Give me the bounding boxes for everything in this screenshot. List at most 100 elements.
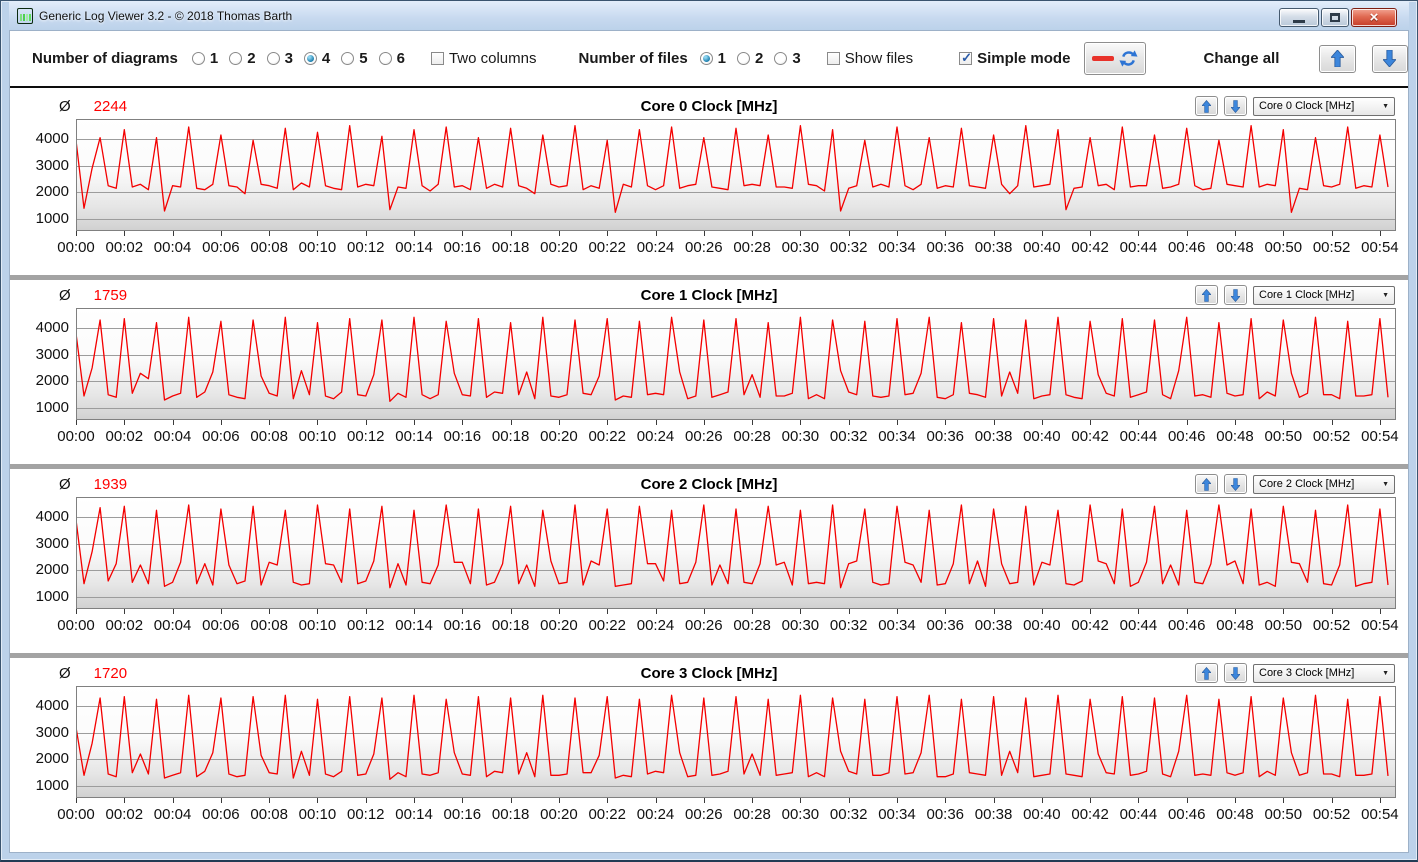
- x-tick-label: 00:06: [202, 806, 240, 823]
- move-down-button[interactable]: [1224, 96, 1247, 116]
- window-content: Number of diagrams 1 2 3 4 5 6 Two colum…: [9, 30, 1409, 853]
- move-down-button[interactable]: [1224, 663, 1247, 683]
- x-tick-label: 00:20: [540, 617, 578, 634]
- diagrams-label: Number of diagrams: [32, 50, 178, 67]
- x-tick-label: 00:26: [685, 617, 723, 634]
- x-tick-label: 00:04: [153, 239, 192, 256]
- x-tick-label: 00:24: [636, 239, 675, 256]
- files-radio-1[interactable]: 1: [699, 50, 726, 67]
- y-tick-label: 1000: [35, 777, 69, 795]
- signal-select-value: Core 3 Clock [MHz]: [1259, 667, 1355, 679]
- plot-container: [76, 497, 1396, 615]
- chart-title: Core 2 Clock [MHz]: [640, 475, 778, 493]
- x-tick-label: 00:12: [346, 239, 385, 256]
- radio-label: 4: [321, 50, 331, 67]
- move-down-button[interactable]: [1224, 474, 1247, 494]
- panel-controls: Core 0 Clock [MHz] ▼: [1180, 96, 1395, 116]
- x-tick-label: 00:18: [491, 428, 530, 445]
- x-tick-label: 00:50: [1264, 239, 1303, 256]
- move-up-button[interactable]: [1195, 96, 1218, 116]
- radio-selected-icon[interactable]: [699, 52, 713, 65]
- x-tick-label: 00:20: [540, 428, 578, 445]
- move-down-button[interactable]: [1224, 285, 1247, 305]
- show-files-checkbox[interactable]: Show files: [826, 50, 914, 67]
- x-tick-label: 00:44: [1119, 428, 1158, 445]
- radio-icon[interactable]: [737, 52, 751, 65]
- x-tick-label: 00:26: [685, 806, 723, 823]
- diagrams-radio-6[interactable]: 6: [378, 50, 405, 67]
- x-tick-label: 00:12: [346, 806, 385, 823]
- x-tick-label: 00:42: [1071, 428, 1109, 445]
- two-columns-checkbox[interactable]: Two columns: [430, 50, 536, 67]
- diagrams-radio-4[interactable]: 4: [303, 50, 331, 67]
- x-tick-label: 00:40: [1023, 617, 1061, 634]
- diagram-panel: Ø 2244 Core 0 Clock [MHz] Core 0 Clock […: [10, 91, 1408, 275]
- x-tick-label: 00:48: [1216, 428, 1254, 445]
- diagrams-radio-2[interactable]: 2: [229, 50, 256, 67]
- diagrams-radio-5[interactable]: 5: [341, 50, 368, 67]
- x-tick-label: 00:52: [1312, 239, 1351, 256]
- x-tick-label: 00:16: [443, 428, 482, 445]
- diagrams-radio-1[interactable]: 1: [191, 50, 218, 67]
- signal-select[interactable]: Core 3 Clock [MHz] ▼: [1253, 663, 1395, 683]
- x-tick-label: 00:14: [395, 617, 433, 634]
- files-radio-2[interactable]: 2: [737, 50, 763, 67]
- x-tick-label: 00:22: [588, 428, 626, 445]
- x-tick-label: 00:38: [974, 806, 1013, 823]
- radio-icon[interactable]: [191, 52, 205, 65]
- average-group: Ø 1759: [23, 287, 238, 304]
- chart-plot[interactable]: [76, 119, 1396, 237]
- chart-plot[interactable]: [76, 497, 1396, 615]
- radio-icon[interactable]: [378, 52, 392, 65]
- x-tick-label: 00:54: [1361, 239, 1399, 256]
- x-tick-label: 00:02: [105, 806, 144, 823]
- x-tick-label: 00:38: [974, 239, 1013, 256]
- minimize-button[interactable]: [1279, 8, 1319, 27]
- chart-plot[interactable]: [76, 686, 1396, 804]
- move-up-button[interactable]: [1195, 285, 1218, 305]
- radio-label: 2: [755, 50, 764, 67]
- x-axis-labels: 00:00 00:02 00:04 00:06 00:08 00:10 00:12 00:14…: [57, 426, 1408, 450]
- move-up-button[interactable]: [1195, 663, 1218, 683]
- up-arrow-icon: [1202, 288, 1211, 302]
- diagrams-radio-3[interactable]: 3: [266, 50, 293, 67]
- x-tick-label: 00:24: [636, 617, 675, 634]
- y-tick-label: 4000: [35, 697, 69, 715]
- signal-select[interactable]: Core 0 Clock [MHz] ▼: [1253, 96, 1395, 116]
- files-radio-3[interactable]: 3: [774, 50, 801, 67]
- x-tick-label: 00:46: [1167, 428, 1206, 445]
- move-up-button[interactable]: [1195, 474, 1218, 494]
- checkbox-icon[interactable]: [826, 52, 840, 65]
- chart-plot[interactable]: [76, 308, 1396, 426]
- simple-mode-checkbox[interactable]: Simple mode: [959, 50, 1070, 67]
- signal-select[interactable]: Core 1 Clock [MHz] ▼: [1253, 285, 1395, 305]
- radio-icon[interactable]: [229, 52, 243, 65]
- refresh-button[interactable]: [1084, 42, 1146, 75]
- chart-area: 4000 3000 2000 1000: [10, 497, 1408, 615]
- x-tick-label: 00:14: [395, 806, 433, 823]
- x-tick-label: 00:40: [1023, 806, 1061, 823]
- x-tick-label: 00:04: [153, 617, 192, 634]
- title-bar[interactable]: Generic Log Viewer 3.2 - © 2018 Thomas B…: [9, 1, 1409, 30]
- show-files-label: Show files: [844, 50, 914, 67]
- radio-icon[interactable]: [341, 52, 355, 65]
- down-arrow-icon: [1383, 50, 1397, 67]
- checkbox-checked-icon[interactable]: [959, 50, 973, 66]
- panel-controls: Core 3 Clock [MHz] ▼: [1180, 663, 1395, 683]
- radio-icon[interactable]: [266, 52, 280, 65]
- x-tick-label: 00:16: [443, 806, 482, 823]
- x-tick-label: 00:26: [685, 428, 723, 445]
- x-tick-label: 00:52: [1312, 806, 1351, 823]
- radio-selected-icon[interactable]: [303, 52, 317, 65]
- radio-icon[interactable]: [774, 52, 788, 65]
- x-tick-label: 00:48: [1216, 239, 1254, 256]
- checkbox-icon[interactable]: [430, 52, 444, 65]
- signal-select-value: Core 1 Clock [MHz]: [1259, 289, 1355, 301]
- change-all-down-button[interactable]: [1371, 44, 1408, 73]
- change-all-up-button[interactable]: [1319, 44, 1356, 73]
- signal-select[interactable]: Core 2 Clock [MHz] ▼: [1253, 474, 1395, 494]
- close-button[interactable]: ×: [1351, 8, 1397, 27]
- x-tick-label: 00:32: [829, 428, 868, 445]
- minimize-icon: [1293, 20, 1305, 23]
- maximize-button[interactable]: [1321, 8, 1349, 27]
